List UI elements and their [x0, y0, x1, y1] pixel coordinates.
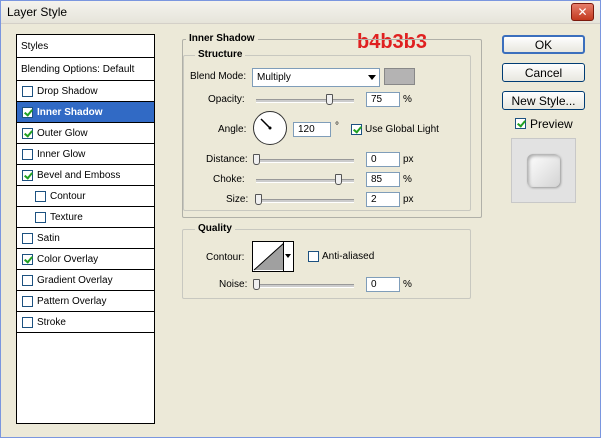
structure-title: Structure — [195, 49, 246, 60]
inner-glow-checkbox[interactable] — [22, 148, 33, 160]
opacity-label: Opacity: — [208, 94, 245, 105]
size-input[interactable]: 2 — [366, 192, 400, 207]
contour-checkbox[interactable] — [35, 190, 46, 202]
style-item-label: Drop Shadow — [37, 85, 98, 97]
outer-glow-checkbox[interactable] — [22, 127, 33, 139]
preview-label[interactable]: Preview — [530, 117, 573, 131]
texture-checkbox[interactable] — [35, 211, 46, 223]
opacity-slider[interactable] — [256, 99, 354, 103]
contour-picker[interactable] — [252, 241, 294, 272]
blending-options-item[interactable]: Blending Options: Default — [17, 58, 154, 81]
anti-aliased-label[interactable]: Anti-aliased — [322, 251, 374, 262]
noise-slider[interactable] — [256, 284, 354, 288]
blend-mode-label: Blend Mode: — [190, 71, 247, 82]
chevron-down-icon — [368, 75, 376, 80]
contour-dropdown-arrow[interactable] — [283, 242, 293, 271]
preview-thumbnail — [511, 138, 576, 203]
drop-shadow-checkbox[interactable] — [22, 85, 33, 97]
distance-slider-thumb[interactable] — [253, 154, 260, 165]
choke-unit: % — [403, 174, 412, 185]
style-item-drop-shadow[interactable]: Drop Shadow — [17, 81, 154, 102]
anti-aliased-checkbox[interactable] — [308, 251, 319, 262]
preview-shape — [527, 154, 560, 187]
bevel-and-emboss-checkbox[interactable] — [22, 169, 33, 181]
layer-style-dialog: Layer Style ✕ Styles Blending Options: D… — [0, 0, 601, 438]
choke-label: Choke: — [213, 174, 245, 185]
close-icon: ✕ — [577, 5, 588, 19]
style-item-stroke[interactable]: Stroke — [17, 312, 154, 333]
stroke-checkbox[interactable] — [22, 316, 33, 328]
distance-input[interactable]: 0 — [366, 152, 400, 167]
distance-unit: px — [403, 154, 414, 165]
noise-slider-thumb[interactable] — [253, 279, 260, 290]
quality-title: Quality — [195, 223, 235, 234]
size-unit: px — [403, 194, 414, 205]
style-item-inner-shadow[interactable]: Inner Shadow — [17, 102, 154, 123]
styles-header[interactable]: Styles — [17, 35, 154, 58]
styles-list: Styles Blending Options: Default Drop Sh… — [16, 34, 155, 424]
inner-shadow-title: Inner Shadow — [186, 33, 258, 44]
size-slider-thumb[interactable] — [255, 194, 262, 205]
style-item-label: Outer Glow — [37, 127, 88, 139]
close-button[interactable]: ✕ — [571, 3, 594, 21]
choke-slider-thumb[interactable] — [335, 174, 342, 185]
distance-label: Distance: — [206, 154, 248, 165]
style-item-contour[interactable]: Contour — [17, 186, 154, 207]
style-item-label: Inner Shadow — [37, 106, 103, 118]
ok-button[interactable]: OK — [502, 35, 585, 54]
choke-input[interactable]: 85 — [366, 172, 400, 187]
style-item-label: Inner Glow — [37, 148, 86, 160]
style-item-gradient-overlay[interactable]: Gradient Overlay — [17, 270, 154, 291]
style-item-outer-glow[interactable]: Outer Glow — [17, 123, 154, 144]
angle-dial[interactable] — [253, 111, 287, 145]
blend-mode-value: Multiply — [257, 72, 291, 83]
angle-unit: ° — [335, 121, 339, 132]
preview-checkbox[interactable] — [515, 118, 526, 129]
style-item-color-overlay[interactable]: Color Overlay — [17, 249, 154, 270]
chevron-down-icon — [285, 254, 291, 258]
contour-label: Contour: — [206, 252, 245, 263]
window-title: Layer Style — [7, 5, 68, 19]
angle-needle-icon — [260, 118, 272, 130]
style-item-label: Pattern Overlay — [37, 295, 107, 307]
new-style-button[interactable]: New Style... — [502, 91, 585, 110]
style-item-label: Gradient Overlay — [37, 274, 113, 286]
style-item-texture[interactable]: Texture — [17, 207, 154, 228]
style-item-label: Bevel and Emboss — [37, 169, 121, 181]
opacity-unit: % — [403, 94, 412, 105]
size-label: Size: — [226, 194, 249, 205]
pattern-overlay-checkbox[interactable] — [22, 295, 33, 307]
title-bar: Layer Style ✕ — [1, 1, 600, 24]
inner-shadow-checkbox[interactable] — [22, 106, 33, 118]
use-global-light-label[interactable]: Use Global Light — [365, 124, 439, 135]
angle-input[interactable]: 120 — [293, 122, 331, 137]
style-item-inner-glow[interactable]: Inner Glow — [17, 144, 154, 165]
size-slider[interactable] — [256, 199, 354, 203]
cancel-button[interactable]: Cancel — [502, 63, 585, 82]
style-item-label: Satin — [37, 232, 60, 244]
opacity-slider-thumb[interactable] — [326, 94, 333, 105]
noise-label: Noise: — [219, 279, 248, 290]
style-item-satin[interactable]: Satin — [17, 228, 154, 249]
style-item-label: Contour — [50, 190, 86, 202]
contour-curve-icon — [253, 242, 285, 271]
style-item-pattern-overlay[interactable]: Pattern Overlay — [17, 291, 154, 312]
style-item-label: Texture — [50, 211, 83, 223]
angle-label: Angle: — [218, 124, 247, 135]
noise-input[interactable]: 0 — [366, 277, 400, 292]
distance-slider[interactable] — [256, 159, 354, 163]
style-item-label: Color Overlay — [37, 253, 99, 265]
gradient-overlay-checkbox[interactable] — [22, 274, 33, 286]
noise-unit: % — [403, 279, 412, 290]
style-item-label: Stroke — [37, 316, 66, 328]
use-global-light-checkbox[interactable] — [351, 124, 362, 135]
style-item-bevel-and-emboss[interactable]: Bevel and Emboss — [17, 165, 154, 186]
color-overlay-checkbox[interactable] — [22, 253, 33, 265]
blend-mode-select[interactable]: Multiply — [252, 68, 380, 87]
satin-checkbox[interactable] — [22, 232, 33, 244]
shadow-color-swatch[interactable] — [384, 68, 415, 85]
opacity-input[interactable]: 75 — [366, 92, 400, 107]
